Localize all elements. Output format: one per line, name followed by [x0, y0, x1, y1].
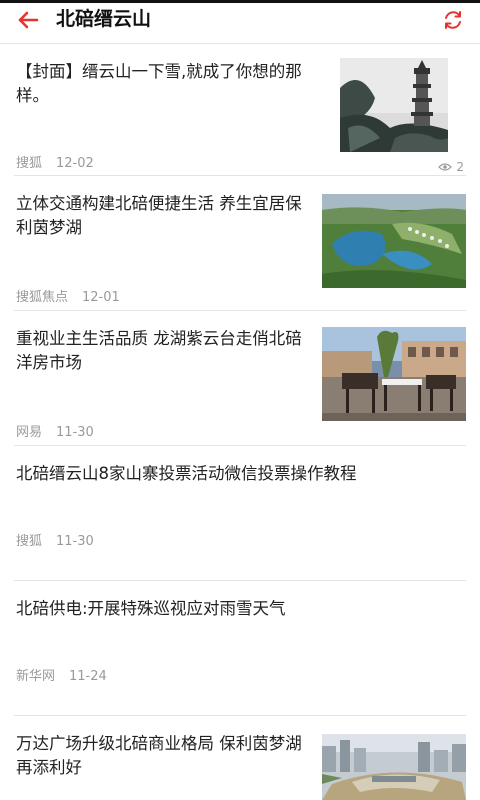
app-header: 北碚缙云山	[0, 0, 480, 44]
news-feed[interactable]: 【封面】缙云山一下雪,就成了你想的那样。 搜狐 12-02 2 立体交通构建北碚…	[0, 44, 480, 800]
refresh-icon	[445, 11, 461, 29]
news-item[interactable]: 【封面】缙云山一下雪,就成了你想的那样。 搜狐 12-02 2	[0, 44, 480, 176]
news-date: 12-02	[56, 156, 94, 171]
news-meta: 搜狐 11-30	[16, 534, 94, 550]
news-meta: 搜狐 12-02	[16, 156, 94, 172]
news-item[interactable]: 北碚缙云山8家山寨投票活动微信投票操作教程 搜狐 11-30	[0, 446, 480, 581]
news-thumbnail	[340, 58, 448, 152]
news-title: 北碚缙云山8家山寨投票活动微信投票操作教程	[16, 464, 357, 483]
news-item[interactable]: 北碚供电:开展特殊巡视应对雨雪天气 新华网 11-24	[0, 581, 480, 716]
news-thumbnail	[322, 734, 466, 800]
news-title: 重视业主生活品质 龙湖紫云台走俏北碚洋房市场	[16, 329, 302, 372]
back-button[interactable]	[14, 7, 42, 33]
news-date: 11-30	[56, 534, 94, 549]
news-meta: 网易 11-30	[16, 425, 94, 441]
news-meta: 新华网 11-24	[16, 669, 107, 685]
news-source: 搜狐	[16, 156, 43, 171]
eye-icon	[438, 163, 453, 171]
refresh-button[interactable]	[440, 7, 466, 33]
news-item[interactable]: 立体交通构建北碚便捷生活 养生宜居保利茵梦湖 搜狐焦点 12-01	[0, 176, 480, 311]
news-date: 11-30	[56, 425, 94, 440]
news-source: 搜狐焦点	[16, 290, 69, 305]
news-source: 搜狐	[16, 534, 43, 549]
news-date: 11-24	[69, 669, 107, 684]
status-strip	[0, 0, 480, 3]
news-thumbnail	[322, 194, 466, 288]
page-title: 北碚缙云山	[56, 8, 152, 30]
news-title: 立体交通构建北碚便捷生活 养生宜居保利茵梦湖	[16, 194, 302, 237]
news-title: 北碚供电:开展特殊巡视应对雨雪天气	[16, 599, 286, 618]
news-source: 网易	[16, 425, 43, 440]
news-item[interactable]: 重视业主生活品质 龙湖紫云台走俏北碚洋房市场 网易 11-30	[0, 311, 480, 446]
news-date: 12-01	[82, 290, 120, 305]
view-count: 2	[438, 160, 464, 174]
news-meta: 搜狐焦点 12-01	[16, 290, 120, 306]
news-title: 【封面】缙云山一下雪,就成了你想的那样。	[16, 62, 302, 105]
view-count-value: 2	[456, 160, 464, 174]
news-thumbnail	[322, 327, 466, 421]
news-title: 万达广场升级北碚商业格局 保利茵梦湖再添利好	[16, 734, 302, 777]
news-item[interactable]: 万达广场升级北碚商业格局 保利茵梦湖再添利好	[0, 716, 480, 800]
news-source: 新华网	[16, 669, 56, 684]
back-arrow-icon	[18, 11, 39, 29]
